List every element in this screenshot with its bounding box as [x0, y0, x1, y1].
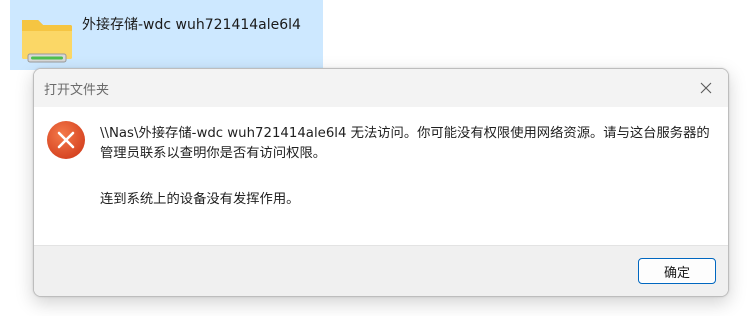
close-icon: [700, 82, 712, 94]
error-message: \\Nas\外接存储-wdc wuh721414ale6l4 无法访问。你可能没…: [100, 126, 710, 161]
folder-icon: [22, 20, 72, 63]
error-icon: [47, 121, 85, 159]
folder-name-label: 外接存储-wdc wuh721414ale6l4: [82, 17, 301, 33]
dialog-footer: 确定: [34, 245, 728, 296]
dialog-content: \\Nas\外接存储-wdc wuh721414ale6l4 无法访问。你可能没…: [34, 107, 728, 245]
ok-button[interactable]: 确定: [638, 258, 716, 284]
selected-folder-item[interactable]: 外接存储-wdc wuh721414ale6l4: [10, 0, 323, 70]
error-detail: 连到系统上的设备没有发挥作用。: [100, 192, 300, 207]
close-button[interactable]: [688, 72, 724, 104]
open-folder-dialog: 打开文件夹 \\Nas\外接存储-wdc wuh721414ale6l4 无法访…: [33, 68, 729, 297]
dialog-title: 打开文件夹: [44, 83, 110, 98]
dialog-titlebar[interactable]: 打开文件夹: [34, 69, 728, 107]
